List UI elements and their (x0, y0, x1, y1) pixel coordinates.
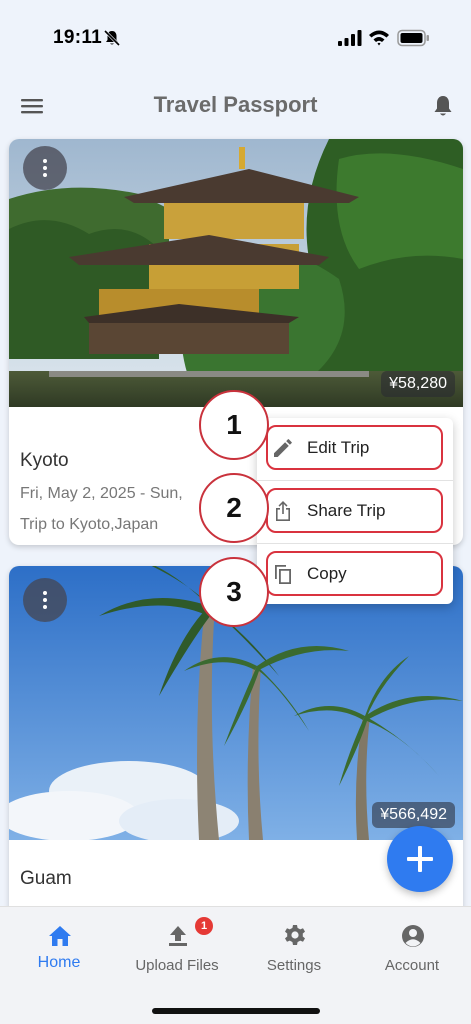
home-icon (49, 926, 71, 946)
menu-item-share-trip[interactable]: Share Trip (257, 483, 453, 539)
trip-dates: Fri, May 2, 2025 - Sun, (20, 485, 183, 502)
step-marker-2: 2 (199, 473, 269, 543)
nav-item-home[interactable]: Home (4, 917, 114, 987)
step-marker-1: 1 (199, 390, 269, 460)
gear-icon (285, 925, 305, 945)
nav-label: Account (384, 957, 440, 974)
copy-icon (275, 565, 291, 584)
trip-title: Kyoto (20, 450, 69, 471)
pencil-icon (274, 439, 292, 457)
plus-icon (407, 846, 433, 872)
trip-price-badge: ¥58,280 (381, 371, 455, 397)
nav-label: Home (37, 954, 81, 971)
upload-icon (169, 926, 187, 946)
nav-label: Upload Files (135, 957, 219, 974)
account-icon (402, 925, 424, 947)
trip-description: Trip to Kyoto,Japan (20, 516, 159, 533)
menu-item-copy[interactable]: Copy (257, 546, 453, 602)
menu-item-edit-trip[interactable]: Edit Trip (257, 420, 453, 476)
bottom-nav: Home 1 Upload Files Settings Account (0, 906, 471, 1024)
notification-bell-icon[interactable] (432, 94, 454, 118)
status-time: 19:11 (53, 27, 103, 48)
menu-item-label: Copy (307, 564, 347, 583)
trip-photo-kinkakuji (9, 139, 463, 407)
nav-item-settings[interactable]: Settings (239, 917, 349, 987)
nav-item-account[interactable]: Account (357, 917, 467, 987)
nav-label: Settings (266, 957, 322, 974)
trip-title: Guam (20, 868, 72, 889)
bell-off-icon (103, 29, 121, 47)
menu-item-label: Edit Trip (307, 438, 370, 457)
wifi-icon (369, 30, 389, 46)
battery-icon (397, 29, 429, 47)
card-options-button[interactable] (23, 146, 67, 190)
signal-icon (338, 30, 362, 46)
card-options-button[interactable] (23, 578, 67, 622)
nav-item-upload-files[interactable]: 1 Upload Files (122, 917, 232, 987)
app-bar: Travel Passport (0, 78, 471, 136)
step-marker-3: 3 (199, 557, 269, 627)
home-indicator (152, 1008, 320, 1014)
menu-item-label: Share Trip (307, 501, 386, 520)
share-icon (276, 501, 290, 521)
page-title: Travel Passport (153, 92, 318, 117)
add-trip-button[interactable] (387, 826, 453, 892)
upload-count-badge: 1 (195, 917, 213, 935)
menu-divider (257, 480, 453, 481)
status-bar: 19:11 (0, 0, 471, 78)
trip-context-menu: Edit Trip Share Trip Copy (257, 418, 453, 604)
trip-price-badge: ¥566,492 (372, 802, 455, 828)
menu-divider (257, 543, 453, 544)
